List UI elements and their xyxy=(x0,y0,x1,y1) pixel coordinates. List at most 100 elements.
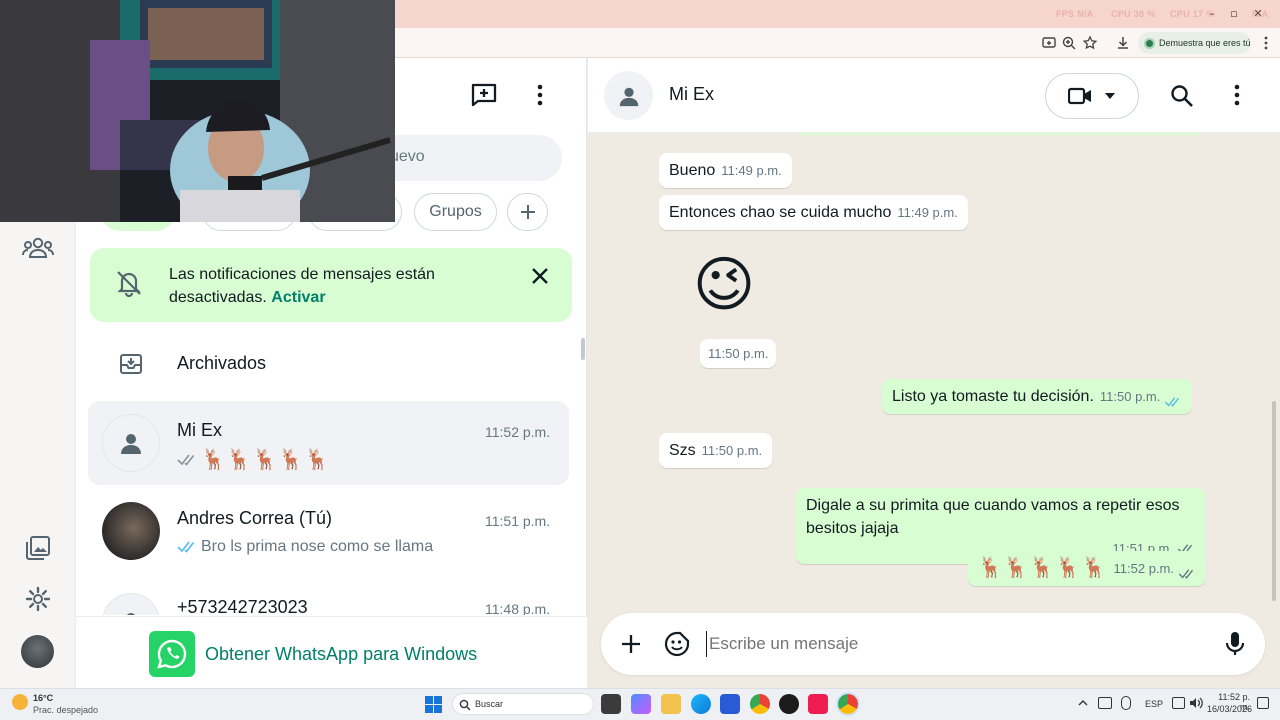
notification-center-icon[interactable] xyxy=(1257,697,1269,709)
download-icon[interactable] xyxy=(1115,35,1131,51)
get-app-label: Obtener WhatsApp para Windows xyxy=(205,644,478,664)
message-incoming: Bueno 11:49 p.m. xyxy=(659,153,792,188)
default-avatar-icon xyxy=(102,414,160,472)
microphone-icon[interactable] xyxy=(1225,631,1245,657)
network-icon[interactable] xyxy=(1098,697,1112,709)
cpu-readout: CPU 38 % xyxy=(1111,9,1156,19)
obs-icon[interactable] xyxy=(779,694,799,714)
message-text: Digale a su primita que cuando vamos a r… xyxy=(806,497,1180,537)
chat-name: Andres Correa (Tú) xyxy=(177,508,333,528)
taskbar-search-box[interactable]: Buscar xyxy=(452,693,594,715)
fps-readout: FPS N/A xyxy=(1056,9,1094,19)
filter-groups[interactable]: Grupos xyxy=(414,193,497,231)
message-text: 🦌🦌🦌🦌🦌 xyxy=(978,557,1108,579)
tiktok-icon[interactable] xyxy=(808,694,828,714)
webcam-overlay xyxy=(0,0,395,222)
get-windows-app-banner[interactable]: Obtener WhatsApp para Windows xyxy=(76,616,587,688)
sticker-emoji-icon[interactable] xyxy=(664,631,690,657)
volume-icon[interactable] xyxy=(1189,697,1203,709)
task-view-icon[interactable] xyxy=(601,694,621,714)
new-chat-icon[interactable] xyxy=(470,80,498,108)
bookmark-star-icon[interactable] xyxy=(1082,35,1098,51)
edge-icon[interactable] xyxy=(691,694,711,714)
search-icon[interactable] xyxy=(1170,84,1194,108)
chat-time: 11:52 p.m. xyxy=(485,424,551,440)
display-icon[interactable] xyxy=(1172,697,1185,709)
settings-gear-icon[interactable] xyxy=(22,583,54,615)
chat-time: 11:51 p.m. xyxy=(485,513,551,529)
install-app-icon[interactable] xyxy=(1041,35,1057,51)
chat-item-phone[interactable]: +573242723023 11:48 p.m. xyxy=(88,581,569,615)
message-outgoing: Listo ya tomaste tu decisión. 11:50 p.m. xyxy=(882,379,1193,414)
profile-avatar[interactable] xyxy=(21,635,54,668)
video-camera-icon xyxy=(1068,87,1092,105)
message-time: 11:52 p.m. xyxy=(1113,561,1174,576)
emoji-message: 😉 xyxy=(692,251,756,318)
chat-item-mi-ex[interactable]: Mi Ex 11:52 p.m. 🦌🦌🦌🦌🦌 xyxy=(88,401,569,485)
message-incoming: Szs 11:50 p.m. xyxy=(659,433,773,468)
chrome-icon[interactable] xyxy=(750,694,770,714)
windows-start-icon[interactable] xyxy=(425,696,442,713)
language-indicator[interactable]: ESP xyxy=(1145,699,1163,709)
file-explorer-icon[interactable] xyxy=(661,694,681,714)
chat-time: 11:48 p.m. xyxy=(485,601,551,615)
default-avatar-icon xyxy=(102,593,160,615)
bell-off-icon xyxy=(114,268,144,298)
chevron-down-icon xyxy=(1104,92,1116,100)
close-window-icon[interactable]: ✕ xyxy=(1251,7,1265,21)
contact-name[interactable]: Mi Ex xyxy=(669,84,714,105)
message-text: Szs xyxy=(669,442,696,459)
list-scrollbar[interactable] xyxy=(581,338,585,360)
message-text: Entonces chao se cuida mucho xyxy=(669,204,892,221)
browser-menu-icon[interactable] xyxy=(1258,35,1274,51)
message-input[interactable] xyxy=(706,631,1206,657)
chat-preview: 🦌🦌🦌🦌🦌 xyxy=(201,449,331,471)
chat-name: Mi Ex xyxy=(177,420,222,440)
communities-icon[interactable] xyxy=(22,232,54,264)
search-icon xyxy=(459,699,471,711)
chat-preview: Bro ls prima nose como se llama xyxy=(201,538,434,555)
contact-avatar-icon[interactable] xyxy=(604,71,653,120)
message-incoming: Entonces chao se cuida mucho 11:49 p.m. xyxy=(659,195,968,230)
message-time: 11:49 p.m. xyxy=(897,205,958,220)
clock-date[interactable]: 16/03/2026 xyxy=(1207,704,1252,714)
list-menu-icon[interactable] xyxy=(530,83,550,107)
weather-icon[interactable] xyxy=(12,694,28,710)
whatsapp-logo-icon xyxy=(149,631,195,677)
close-banner-icon[interactable] xyxy=(530,266,550,286)
message-time: 11:50 p.m. xyxy=(701,443,763,458)
add-filter-button[interactable] xyxy=(507,193,548,231)
minimize-icon[interactable]: – xyxy=(1205,7,1219,21)
activate-notifications-link[interactable]: Activar xyxy=(271,289,325,306)
message-time: 11:49 p.m. xyxy=(721,163,782,178)
video-call-button[interactable] xyxy=(1045,73,1139,119)
read-check-icon xyxy=(1164,396,1182,408)
archived-label[interactable]: Archivados xyxy=(177,353,266,374)
copilot-icon[interactable] xyxy=(631,694,651,714)
verify-pill-label: Demuestra que eres tú xyxy=(1159,38,1251,48)
chat-item-andres-correa[interactable]: Andres Correa (Tú) 11:51 p.m. Bro ls pri… xyxy=(88,491,569,575)
media-gallery-icon[interactable] xyxy=(22,532,54,564)
tray-chevron-up-icon[interactable] xyxy=(1077,697,1089,709)
search-placeholder: uevo xyxy=(390,148,425,165)
message-time: 11:50 p.m. xyxy=(1099,389,1161,404)
store-icon[interactable] xyxy=(720,694,740,714)
weather-temp[interactable]: 16°C xyxy=(33,693,53,703)
read-check-icon xyxy=(177,540,197,554)
shield-icon xyxy=(1144,37,1155,49)
contact-avatar xyxy=(102,502,160,560)
restore-icon[interactable]: ▫ xyxy=(1227,7,1241,21)
mic-tray-icon[interactable] xyxy=(1121,696,1131,710)
zoom-icon[interactable] xyxy=(1061,35,1077,51)
notifications-off-banner: Las notificaciones de mensajes están des… xyxy=(90,248,572,322)
verify-identity-pill[interactable]: Demuestra que eres tú xyxy=(1138,32,1251,54)
message-scrollbar[interactable] xyxy=(1272,401,1276,601)
attach-plus-icon[interactable] xyxy=(620,633,642,655)
weather-desc: Prac. despejado xyxy=(33,705,99,715)
chrome-active-icon[interactable] xyxy=(838,694,858,714)
previous-message-bubble xyxy=(798,133,1202,135)
archive-icon xyxy=(118,351,144,377)
message-composer xyxy=(601,613,1265,675)
taskbar-search-label: Buscar xyxy=(475,699,504,709)
conversation-menu-icon[interactable] xyxy=(1227,83,1247,107)
